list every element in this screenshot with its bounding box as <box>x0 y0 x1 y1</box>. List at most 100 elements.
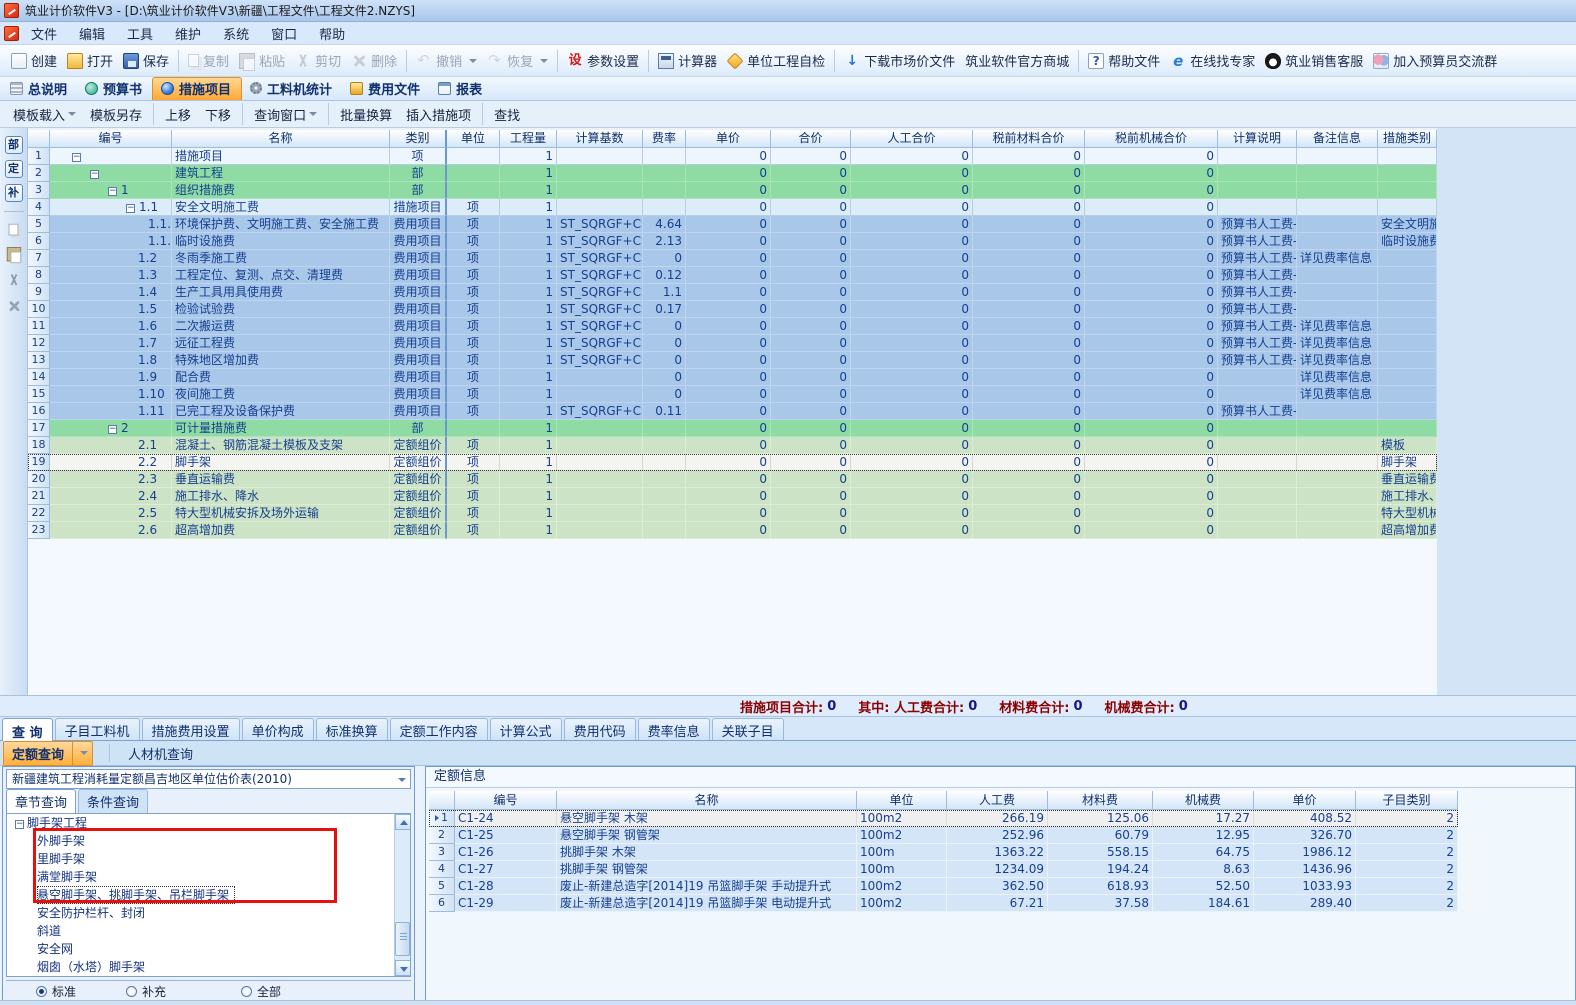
cell-machine[interactable]: 0 <box>1085 522 1218 539</box>
cell-type[interactable]: 费用项目 <box>390 335 447 352</box>
cell-rate[interactable] <box>643 522 686 539</box>
tree-item[interactable]: 满堂脚手架 <box>7 868 410 886</box>
cell-base[interactable] <box>557 454 643 471</box>
cell-base[interactable]: ST_SQRGF+CS_Z <box>557 284 643 301</box>
cell-type[interactable]: 部 <box>390 165 447 182</box>
tree-item[interactable]: 安全网 <box>7 940 410 958</box>
cell-price[interactable]: 0 <box>686 505 771 522</box>
cell-code[interactable]: −2 <box>50 420 172 437</box>
cell-labor[interactable]: 0 <box>851 148 973 165</box>
cell-calc[interactable] <box>1218 454 1297 471</box>
menu-编辑[interactable]: 编辑 <box>69 23 115 44</box>
cell-material[interactable]: 0 <box>973 165 1085 182</box>
row-number[interactable]: 1 <box>28 148 50 165</box>
cell-code[interactable]: 1.2 <box>50 250 172 267</box>
cell-unit[interactable]: 项 <box>447 335 500 352</box>
bottom-tab-费率信息[interactable]: 费率信息 <box>638 718 710 740</box>
tab-报表[interactable]: 报表 <box>430 77 492 100</box>
cell-calc[interactable]: 预算书人工费- <box>1218 318 1297 335</box>
cell-qty[interactable]: 1 <box>500 318 557 335</box>
cell-machine[interactable]: 0 <box>1085 471 1218 488</box>
cell-cat[interactable] <box>1378 148 1437 165</box>
cell-labor[interactable]: 0 <box>851 352 973 369</box>
cell-total[interactable]: 0 <box>771 284 851 301</box>
cell-total[interactable]: 0 <box>771 386 851 403</box>
tree-item[interactable]: 外脚手架 <box>7 832 410 850</box>
column-header-单价[interactable]: 单价 <box>686 130 771 148</box>
quota-cell-labor[interactable]: 252.96 <box>947 827 1048 844</box>
cell-rate[interactable]: 0 <box>643 250 686 267</box>
cell-labor[interactable]: 0 <box>851 284 973 301</box>
quota-column-header-名称[interactable]: 名称 <box>557 791 857 810</box>
cell-unit[interactable]: 项 <box>447 471 500 488</box>
cell-machine[interactable]: 0 <box>1085 454 1218 471</box>
quota-cell-material[interactable]: 618.93 <box>1048 878 1153 895</box>
quota-cell-price[interactable]: 289.40 <box>1254 895 1356 912</box>
cell-total[interactable]: 0 <box>771 216 851 233</box>
quota-cell-code[interactable]: C1-26 <box>455 844 557 861</box>
cell-calc[interactable] <box>1218 522 1297 539</box>
cell-code[interactable]: − <box>50 165 172 182</box>
tab-预算书[interactable]: 预算书 <box>77 77 152 100</box>
bottom-tab-费用代码[interactable]: 费用代码 <box>564 718 636 740</box>
cell-total[interactable]: 0 <box>771 199 851 216</box>
quota-cell-labor[interactable]: 1234.09 <box>947 861 1048 878</box>
cell-cat[interactable] <box>1378 301 1437 318</box>
cell-note[interactable] <box>1297 148 1378 165</box>
tree-item[interactable]: 安全防护栏杆、封闭 <box>7 904 410 922</box>
table-row[interactable]: 81.3工程定位、复测、点交、清理费费用项目项1ST_SQRGF+CS_Z0.1… <box>28 267 1437 284</box>
dropdown-arrow-icon[interactable] <box>469 59 477 63</box>
menu-维护[interactable]: 维护 <box>165 23 211 44</box>
cell-rate[interactable] <box>643 182 686 199</box>
cell-machine[interactable]: 0 <box>1085 301 1218 318</box>
cell-name[interactable]: 特大型机械安拆及场外运输 <box>172 505 390 522</box>
cell-base[interactable]: ST_SQRGF+CS_Z <box>557 267 643 284</box>
row-number[interactable]: 5 <box>28 216 50 233</box>
cell-material[interactable]: 0 <box>973 488 1085 505</box>
cell-labor[interactable]: 0 <box>851 471 973 488</box>
cell-code[interactable]: − <box>50 148 172 165</box>
table-row[interactable]: 91.4生产工具用具使用费费用项目项1ST_SQRGF+CS_Z1.100000… <box>28 284 1437 301</box>
radio-circle-icon[interactable] <box>126 986 137 997</box>
quota-query-dropdown[interactable] <box>72 742 92 765</box>
cell-base[interactable]: ST_SQRGF+CS_Z <box>557 318 643 335</box>
cell-price[interactable]: 0 <box>686 471 771 488</box>
cell-labor[interactable]: 0 <box>851 199 973 216</box>
cell-qty[interactable]: 1 <box>500 148 557 165</box>
cell-labor[interactable]: 0 <box>851 369 973 386</box>
tree-item-selected[interactable]: 悬空脚手架、挑脚手架、吊栏脚手架 <box>37 886 235 904</box>
cell-base[interactable]: ST_SQRGF+CS_Z <box>557 301 643 318</box>
quota-cell-name[interactable]: 悬空脚手架 钢管架 <box>557 827 857 844</box>
cell-qty[interactable]: 1 <box>500 301 557 318</box>
toolbar-button-在线找专家[interactable]: e在线找专家 <box>1165 48 1260 73</box>
cell-type[interactable]: 费用项目 <box>390 301 447 318</box>
cell-cat[interactable] <box>1378 284 1437 301</box>
table-row[interactable]: 182.1混凝土、钢筋混凝土模板及支架定额组价项100000模板 <box>28 437 1437 454</box>
cell-qty[interactable]: 1 <box>500 522 557 539</box>
cell-note[interactable]: 详见费率信息 <box>1297 386 1378 403</box>
cell-price[interactable]: 0 <box>686 454 771 471</box>
cell-qty[interactable]: 1 <box>500 284 557 301</box>
cell-base[interactable] <box>557 148 643 165</box>
cell-rate[interactable] <box>643 454 686 471</box>
scrollbar-thumb[interactable] <box>395 922 410 956</box>
row-number[interactable]: 12 <box>28 335 50 352</box>
table-row[interactable]: 101.5检验试验费费用项目项1ST_SQRGF+CS_Z0.1700000预算… <box>28 301 1437 318</box>
cell-machine[interactable]: 0 <box>1085 267 1218 284</box>
cell-machine[interactable]: 0 <box>1085 352 1218 369</box>
collapse-expander-icon[interactable]: − <box>15 820 24 829</box>
cell-name[interactable]: 措施项目 <box>172 148 390 165</box>
cell-labor[interactable]: 0 <box>851 522 973 539</box>
quota-cell-price[interactable]: 1436.96 <box>1254 861 1356 878</box>
cell-labor[interactable]: 0 <box>851 318 973 335</box>
quota-cell-unit[interactable]: 100m2 <box>857 878 947 895</box>
cell-rate[interactable]: 0 <box>643 335 686 352</box>
cell-qty[interactable]: 1 <box>500 420 557 437</box>
cell-machine[interactable]: 0 <box>1085 182 1218 199</box>
row-number[interactable]: 3 <box>28 182 50 199</box>
cell-qty[interactable]: 1 <box>500 335 557 352</box>
cell-type[interactable]: 费用项目 <box>390 267 447 284</box>
cell-total[interactable]: 0 <box>771 267 851 284</box>
cell-total[interactable]: 0 <box>771 352 851 369</box>
column-header-计算基数[interactable]: 计算基数 <box>557 130 643 148</box>
